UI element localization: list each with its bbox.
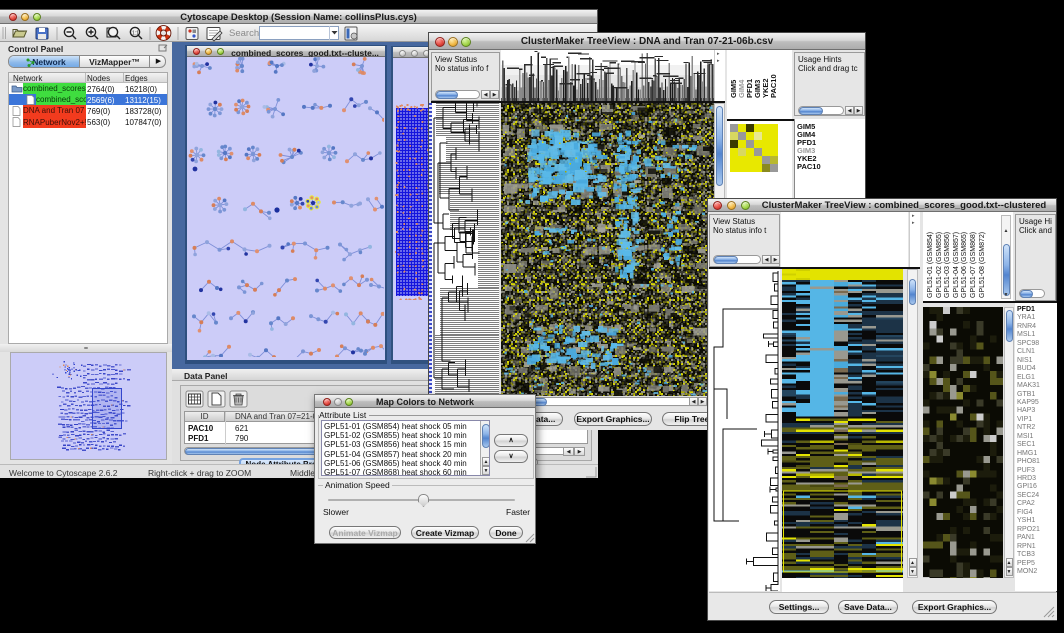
svg-text:Search:: Search: <box>229 28 262 39</box>
svg-text:1:1: 1:1 <box>132 31 139 37</box>
